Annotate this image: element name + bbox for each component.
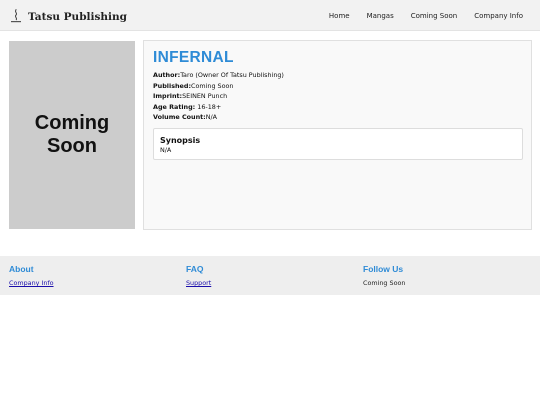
cover-image-placeholder: Coming Soon xyxy=(9,41,135,229)
meta-age-value: 16-18+ xyxy=(197,102,222,111)
synopsis-heading: Synopsis xyxy=(160,136,201,145)
cover-placeholder-text: Coming Soon xyxy=(34,112,110,157)
footer-follow: Follow Us Coming Soon xyxy=(363,264,405,288)
meta-volume-count: Volume Count:N/A xyxy=(153,112,284,123)
manga-meta: Author:Taro (Owner Of Tatsu Publishing) … xyxy=(153,70,284,123)
meta-volume-value: N/A xyxy=(205,113,218,121)
meta-author: Author:Taro (Owner Of Tatsu Publishing) xyxy=(153,70,284,81)
meta-published: Published:Coming Soon xyxy=(153,81,284,92)
nav-mangas[interactable]: Mangas xyxy=(367,11,394,21)
nav-coming-soon[interactable]: Coming Soon xyxy=(411,11,457,21)
footer-support-link[interactable]: Support xyxy=(186,278,211,288)
synopsis-text: N/A xyxy=(160,146,172,154)
footer-follow-heading: Follow Us xyxy=(363,264,404,274)
meta-published-label: Published: xyxy=(153,81,192,90)
meta-imprint-value: SEINEN Punch xyxy=(182,92,228,100)
nav-home[interactable]: Home xyxy=(329,11,350,21)
meta-author-label: Author: xyxy=(153,71,181,79)
meta-volume-label: Volume Count: xyxy=(153,113,206,121)
meta-age-rating: Age Rating: 16-18+ xyxy=(153,102,284,113)
manga-title: INFERNAL xyxy=(153,49,234,66)
footer-company-info-link[interactable]: Company Info xyxy=(9,278,54,288)
meta-author-value: Taro (Owner Of Tatsu Publishing) xyxy=(180,71,284,79)
footer-about-heading: About xyxy=(9,264,34,274)
meta-imprint-label: Imprint: xyxy=(153,92,183,100)
footer-about: About Company Info xyxy=(9,264,54,288)
brand-logo-icon xyxy=(10,8,28,27)
manga-details-panel: INFERNAL Author:Taro (Owner Of Tatsu Pub… xyxy=(143,40,532,230)
nav-links: Home Mangas Coming Soon Company Info xyxy=(312,11,523,21)
synopsis-box: Synopsis N/A xyxy=(153,128,523,160)
nav-company-info[interactable]: Company Info xyxy=(474,11,523,21)
brand-name: Tatsu Publishing xyxy=(28,11,128,23)
meta-imprint: Imprint:SEINEN Punch xyxy=(153,91,284,102)
top-navbar: Tatsu Publishing Home Mangas Coming Soon… xyxy=(0,0,540,31)
footer-faq-heading: FAQ xyxy=(186,264,204,274)
meta-age-label: Age Rating: xyxy=(153,102,196,111)
footer-faq: FAQ Support xyxy=(186,264,211,288)
footer: About Company Info FAQ Support Follow Us… xyxy=(0,256,540,295)
brand[interactable]: Tatsu Publishing xyxy=(10,8,127,27)
meta-published-value: Coming Soon xyxy=(191,81,234,90)
footer-follow-text: Coming Soon xyxy=(363,279,406,287)
